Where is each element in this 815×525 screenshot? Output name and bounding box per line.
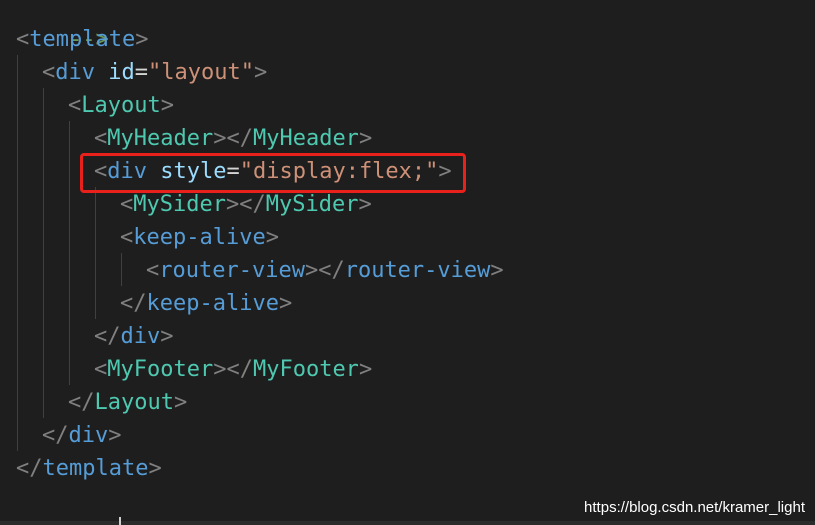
text-cursor bbox=[119, 517, 121, 525]
tag-keep-alive-close: keep-alive bbox=[146, 291, 279, 316]
code-editor[interactable]: --> <template> <div id="layout"> <Layout… bbox=[0, 0, 815, 525]
tag-router-view-close: router-view bbox=[344, 258, 491, 283]
watermark-text: https://blog.csdn.net/kramer_light bbox=[584, 499, 805, 516]
component-myheader-close: MyHeader bbox=[252, 126, 359, 151]
bottom-bar bbox=[0, 521, 815, 525]
code-line-layout-close[interactable]: </Layout> bbox=[68, 386, 187, 419]
code-line-keep-alive-close[interactable]: </keep-alive> bbox=[120, 287, 292, 320]
punctuation: > bbox=[490, 258, 504, 283]
code-line-comment-end[interactable]: --> bbox=[16, 0, 109, 52]
highlight-box bbox=[80, 153, 466, 193]
component-layout-close: Layout bbox=[94, 390, 174, 415]
code-line-myfooter[interactable]: <MyFooter></MyFooter> bbox=[94, 353, 372, 386]
attr-id: id bbox=[108, 60, 135, 85]
tag-keep-alive: keep-alive bbox=[133, 225, 266, 250]
tag-template-close: template bbox=[42, 456, 149, 481]
code-line-template-open[interactable]: <template> bbox=[16, 23, 148, 56]
equals: = bbox=[134, 60, 148, 85]
tag-div-close: div bbox=[120, 324, 161, 349]
indent-guide-5 bbox=[121, 253, 122, 286]
punctuation: </ bbox=[16, 456, 43, 481]
punctuation: </ bbox=[42, 423, 69, 448]
punctuation: </ bbox=[68, 390, 95, 415]
code-line-div-flex-close[interactable]: </div> bbox=[94, 320, 174, 353]
punctuation: > bbox=[358, 357, 373, 382]
punctuation: </ bbox=[120, 291, 147, 316]
punctuation: > bbox=[108, 423, 122, 448]
tag-router-view: router-view bbox=[159, 258, 305, 283]
punctuation: < bbox=[146, 258, 160, 283]
punctuation: ></ bbox=[213, 357, 253, 382]
code-line-div-layout-close[interactable]: </div> bbox=[42, 419, 122, 452]
punctuation: < bbox=[120, 192, 134, 217]
punctuation: > bbox=[358, 192, 372, 217]
component-layout: Layout bbox=[81, 93, 161, 118]
punctuation: > bbox=[278, 291, 293, 316]
component-myheader: MyHeader bbox=[107, 126, 214, 151]
code-line-router-view[interactable]: <router-view></router-view> bbox=[146, 254, 504, 287]
punctuation: < bbox=[94, 126, 108, 151]
punctuation: > bbox=[253, 60, 268, 85]
punctuation: ></ bbox=[304, 258, 345, 283]
punctuation: < bbox=[120, 225, 134, 250]
punctuation: ></ bbox=[225, 192, 266, 217]
indent-guide-2 bbox=[43, 88, 44, 418]
indent-guide-3 bbox=[69, 121, 70, 385]
indent-guide-1 bbox=[17, 55, 18, 451]
indent-guide-4 bbox=[95, 187, 96, 319]
punctuation: > bbox=[265, 225, 279, 250]
code-line-layout-open[interactable]: <Layout> bbox=[68, 89, 174, 122]
code-line-template-close[interactable]: </template> bbox=[16, 452, 162, 485]
punctuation: < bbox=[68, 93, 82, 118]
attr-id-value: "layout" bbox=[148, 60, 254, 85]
component-myfooter-close: MyFooter bbox=[252, 357, 359, 382]
punctuation: </ bbox=[94, 324, 121, 349]
tag-div: div bbox=[55, 60, 95, 85]
punctuation: ></ bbox=[213, 126, 253, 151]
component-myfooter: MyFooter bbox=[107, 357, 214, 382]
component-mysider: MySider bbox=[133, 192, 226, 217]
component-mysider-close: MySider bbox=[265, 192, 359, 217]
punctuation: > bbox=[160, 324, 174, 349]
code-line-div-layout[interactable]: <div id="layout"> bbox=[42, 56, 267, 89]
tag-template: template bbox=[29, 27, 136, 52]
punctuation: > bbox=[135, 27, 149, 52]
code-line-keep-alive-open[interactable]: <keep-alive> bbox=[120, 221, 279, 254]
punctuation: < bbox=[16, 27, 30, 52]
punctuation: > bbox=[148, 456, 162, 481]
punctuation: < bbox=[42, 60, 56, 85]
punctuation: > bbox=[173, 390, 188, 415]
tag-div-close: div bbox=[68, 423, 109, 448]
punctuation: > bbox=[160, 93, 174, 118]
punctuation: > bbox=[358, 126, 373, 151]
punctuation: < bbox=[94, 357, 108, 382]
code-line-myheader[interactable]: <MyHeader></MyHeader> bbox=[94, 122, 372, 155]
